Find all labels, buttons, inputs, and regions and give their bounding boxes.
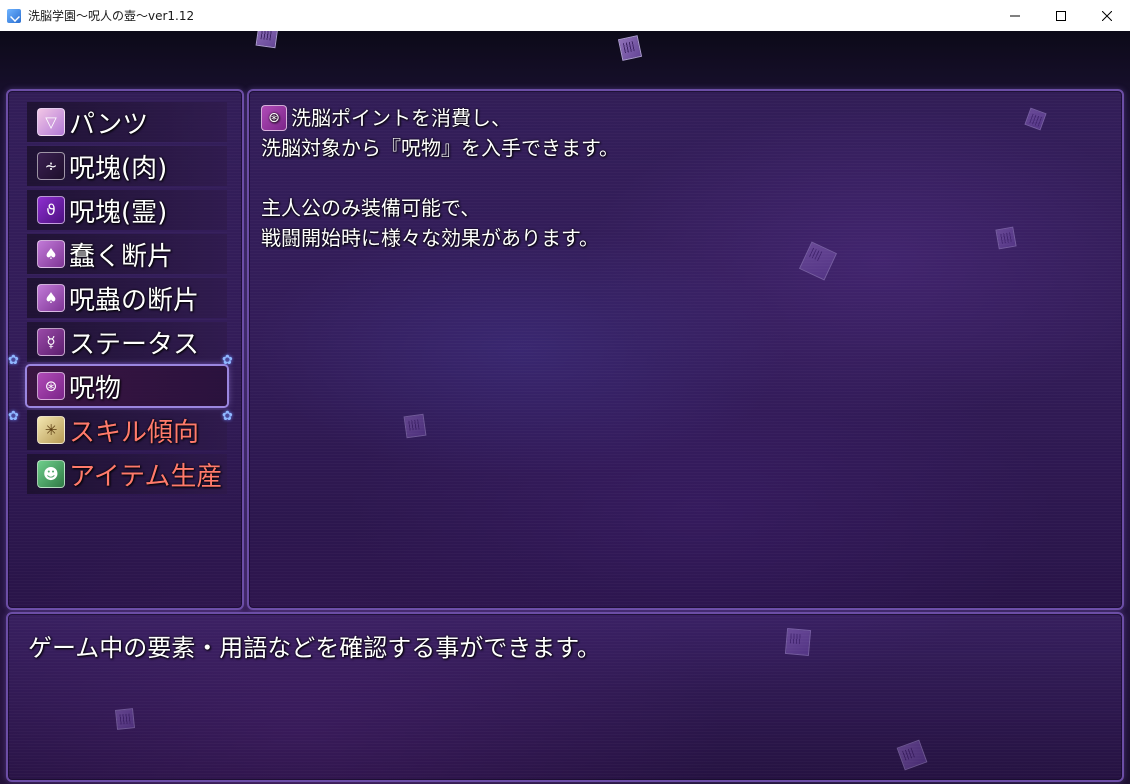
menu-item-label: 蠢く断片 (69, 241, 174, 272)
flower-ornament-icon: ✿ (222, 353, 233, 368)
flower-ornament-icon: ✿ (8, 409, 19, 424)
description-line: ⊛ 洗脳ポイントを消費し、 (261, 103, 619, 133)
menu-item-label: 呪塊(霊) (69, 197, 168, 228)
maximize-button[interactable] (1038, 0, 1084, 31)
message-window: ゲーム中の要素・用語などを確認する事ができます。 (6, 612, 1124, 782)
close-icon (1102, 10, 1112, 21)
menu-item-curse-flesh[interactable]: ∻ 呪塊(肉) (27, 146, 227, 186)
description-line: 戦闘開始時に様々な効果があります。 (261, 226, 599, 250)
category-list: ▽ パンツ ∻ 呪塊(肉) ϑ 呪塊(霊) ♠ 蠢く断片 ♠ 呪蟲の断片 ☿ ス… (27, 102, 227, 498)
curse-spirit-icon: ϑ (37, 196, 65, 224)
menu-item-cursed-item[interactable]: ⊛ 呪物 (27, 366, 227, 406)
window-controls (992, 0, 1130, 31)
talisman-decoration (255, 31, 279, 49)
menu-item-writhing-fragment[interactable]: ♠ 蠢く断片 (27, 234, 227, 274)
menu-item-label: 呪塊(肉) (69, 153, 168, 184)
message-text: ゲーム中の要素・用語などを確認する事ができます。 (28, 634, 601, 662)
cursed-item-icon: ⊛ (261, 105, 287, 131)
menu-item-label: ステータス (69, 329, 200, 360)
cursed-item-icon: ⊛ (37, 372, 65, 400)
flower-ornament-icon: ✿ (222, 409, 233, 424)
menu-item-label: アイテム生産 (69, 461, 223, 492)
menu-item-curse-spirit[interactable]: ϑ 呪塊(霊) (27, 190, 227, 230)
menu-item-label: 呪物 (69, 373, 122, 404)
curse-flesh-icon: ∻ (37, 152, 65, 180)
writhing-fragment-icon: ♠ (37, 240, 65, 268)
menu-item-label: 呪蟲の断片 (69, 285, 200, 316)
menu-item-skill-tendency[interactable]: ✳ スキル傾向 (27, 410, 227, 450)
menu-item-label: パンツ (69, 109, 149, 140)
curse-bug-fragment-icon: ♠ (37, 284, 65, 312)
description-line: 洗脳対象から『呪物』を入手できます。 (261, 136, 619, 160)
panties-icon: ▽ (37, 108, 65, 136)
menu-item-curse-bug-fragment[interactable]: ♠ 呪蟲の断片 (27, 278, 227, 318)
category-menu-panel: ▽ パンツ ∻ 呪塊(肉) ϑ 呪塊(霊) ♠ 蠢く断片 ♠ 呪蟲の断片 ☿ ス… (6, 89, 244, 610)
description-line: 主人公のみ装備可能で、 (261, 196, 481, 220)
menu-item-panties[interactable]: ▽ パンツ (27, 102, 227, 142)
item-production-icon: ☻ (37, 460, 65, 488)
description-panel: ⊛ 洗脳ポイントを消費し、 洗脳対象から『呪物』を入手できます。 主人公のみ装備… (247, 89, 1124, 610)
close-button[interactable] (1084, 0, 1130, 31)
window-title-bar: 洗脳学園～呪人の壺～ver1.12 (0, 0, 1130, 32)
maximize-icon (1056, 10, 1066, 21)
flower-ornament-icon: ✿ (8, 353, 19, 368)
menu-item-status[interactable]: ☿ ステータス (27, 322, 227, 362)
description-line (261, 163, 619, 193)
status-icon: ☿ (37, 328, 65, 356)
minimize-icon (1010, 15, 1020, 16)
game-scene: ▽ パンツ ∻ 呪塊(肉) ϑ 呪塊(霊) ♠ 蠢く断片 ♠ 呪蟲の断片 ☿ ス… (0, 31, 1130, 784)
description-text: ⊛ 洗脳ポイントを消費し、 洗脳対象から『呪物』を入手できます。 主人公のみ装備… (261, 103, 619, 253)
menu-item-item-production[interactable]: ☻ アイテム生産 (27, 454, 227, 494)
description-line-text: 洗脳ポイントを消費し、 (291, 106, 511, 130)
menu-item-label: スキル傾向 (69, 417, 200, 448)
talisman-decoration (617, 35, 643, 61)
window-title: 洗脳学園～呪人の壺～ver1.12 (28, 9, 195, 23)
skill-tendency-icon: ✳ (37, 416, 65, 444)
app-icon (7, 8, 21, 23)
minimize-button[interactable] (992, 0, 1038, 31)
